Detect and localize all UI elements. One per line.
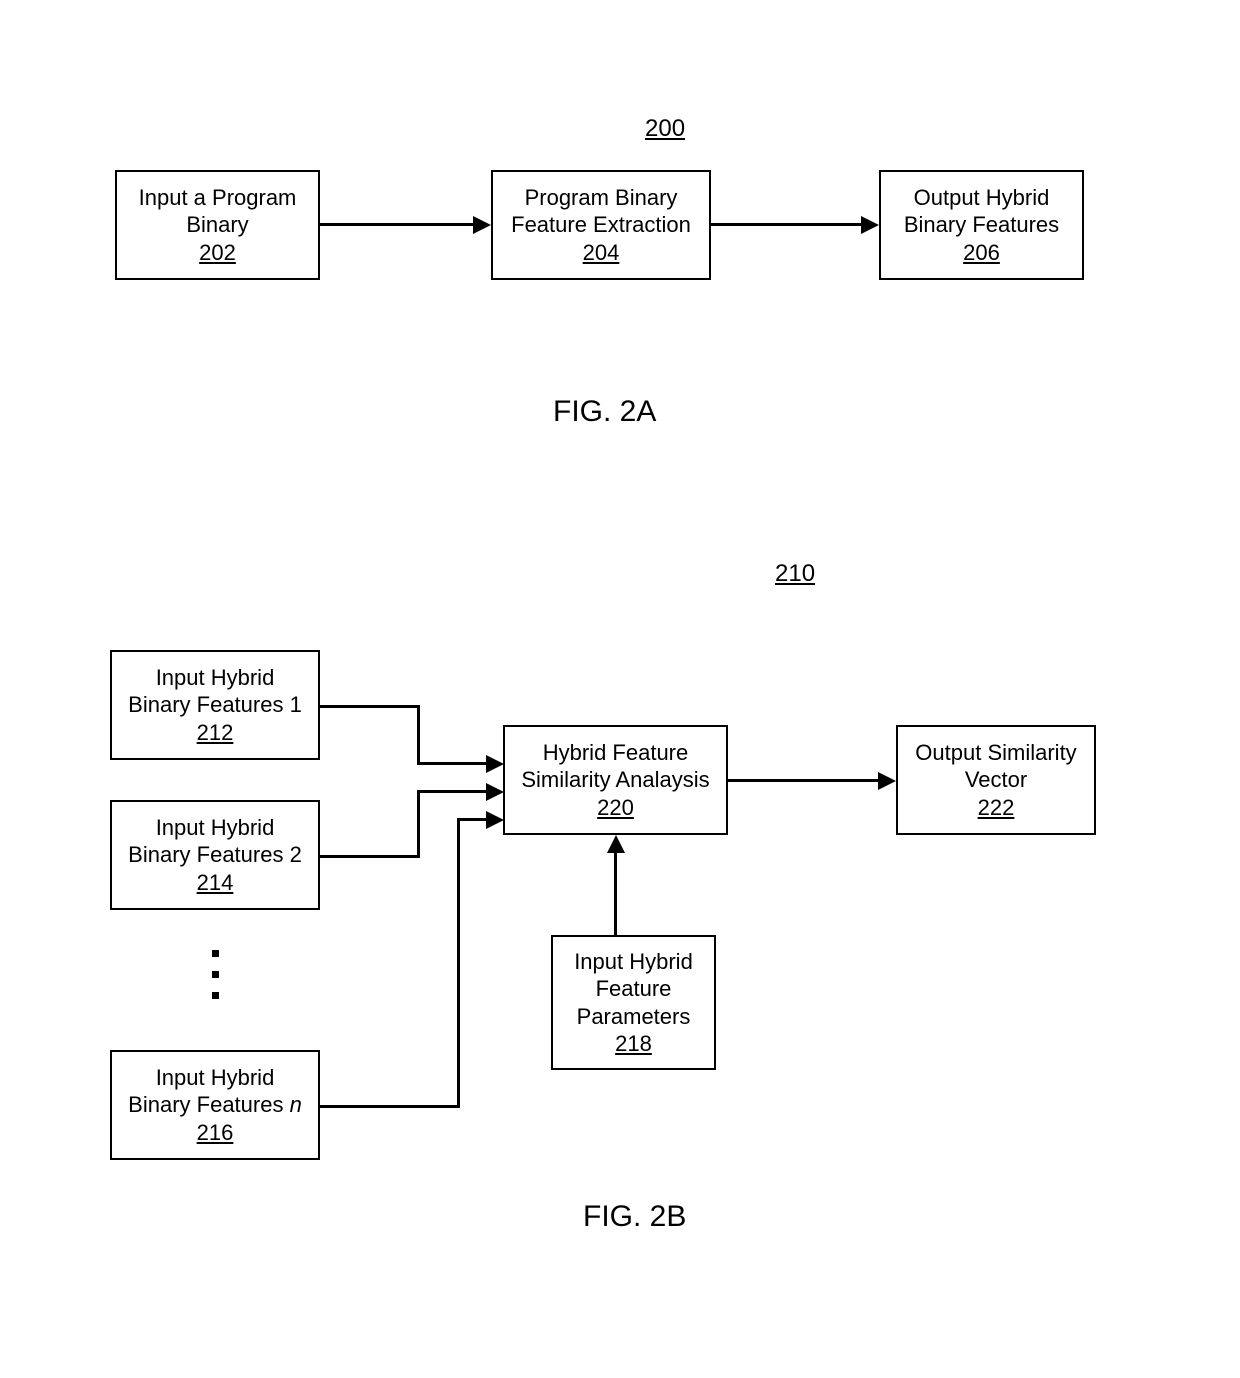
box-218-line3: Parameters [577, 1003, 691, 1031]
conn-216-h2 [457, 818, 486, 821]
box-212-ref: 212 [197, 719, 234, 747]
conn-220-to-222 [728, 779, 878, 782]
box-input-hybrid-feature-parameters: Input Hybrid Feature Parameters 218 [551, 935, 716, 1070]
box-input-hybrid-binary-features-n: Input Hybrid Binary Features n 216 [110, 1050, 320, 1160]
box-216-ref: 216 [197, 1119, 234, 1147]
box-206-ref: 206 [963, 239, 1000, 267]
box-204-ref: 204 [583, 239, 620, 267]
box-214-ref: 214 [197, 869, 234, 897]
box-input-program-binary: Input a Program Binary 202 [115, 170, 320, 280]
box-222-line1: Output Similarity [915, 739, 1076, 767]
box-202-line2: Binary [186, 211, 248, 239]
box-218-line2: Feature [596, 975, 672, 1003]
fig2a-ref: 200 [645, 115, 685, 143]
fig2b-caption: FIG. 2B [583, 1200, 686, 1234]
conn-214-v [417, 790, 420, 858]
diagram-canvas: 200 Input a Program Binary 202 Program B… [0, 0, 1240, 1378]
conn-212-h2 [417, 762, 486, 765]
box-222-ref: 222 [978, 794, 1015, 822]
conn-214-h [320, 855, 420, 858]
conn-214-h2 [417, 790, 486, 793]
box-220-line1: Hybrid Feature [543, 739, 689, 767]
box-hybrid-feature-similarity-analysis: Hybrid Feature Similarity Analaysis 220 [503, 725, 728, 835]
box-204-line2: Feature Extraction [511, 211, 691, 239]
box-216-line2: Binary Features n [128, 1091, 302, 1119]
arrow-202-to-204 [320, 223, 473, 226]
box-206-line2: Binary Features [904, 211, 1059, 239]
box-218-ref: 218 [615, 1030, 652, 1058]
arrow-head-212-to-220 [486, 755, 504, 773]
box-218-line1: Input Hybrid [574, 948, 693, 976]
arrow-head-204-to-206 [861, 216, 879, 234]
box-program-binary-feature-extraction: Program Binary Feature Extraction 204 [491, 170, 711, 280]
box-214-line1: Input Hybrid [156, 814, 275, 842]
arrow-head-202-to-204 [473, 216, 491, 234]
conn-218-v [614, 853, 617, 935]
box-206-line1: Output Hybrid [914, 184, 1050, 212]
conn-212-h [320, 705, 420, 708]
box-202-ref: 202 [199, 239, 236, 267]
ellipsis-dots-icon [212, 950, 219, 999]
box-212-line1: Input Hybrid [156, 664, 275, 692]
fig2a-caption: FIG. 2A [553, 395, 656, 429]
box-output-hybrid-binary-features: Output Hybrid Binary Features 206 [879, 170, 1084, 280]
box-222-line2: Vector [965, 766, 1027, 794]
arrow-head-220-to-222 [878, 772, 896, 790]
box-220-line2: Similarity Analaysis [521, 766, 709, 794]
conn-216-v [457, 818, 460, 1108]
conn-212-v [417, 705, 420, 765]
box-202-line1: Input a Program [139, 184, 297, 212]
box-input-hybrid-binary-features-2: Input Hybrid Binary Features 2 214 [110, 800, 320, 910]
box-216-line1: Input Hybrid [156, 1064, 275, 1092]
arrow-head-216-to-220 [486, 811, 504, 829]
fig2b-ref: 210 [775, 560, 815, 588]
conn-216-h [320, 1105, 460, 1108]
box-output-similarity-vector: Output Similarity Vector 222 [896, 725, 1096, 835]
arrow-head-218-to-220 [607, 835, 625, 853]
box-220-ref: 220 [597, 794, 634, 822]
box-212-line2: Binary Features 1 [128, 691, 302, 719]
arrow-head-214-to-220 [486, 783, 504, 801]
box-input-hybrid-binary-features-1: Input Hybrid Binary Features 1 212 [110, 650, 320, 760]
box-214-line2: Binary Features 2 [128, 841, 302, 869]
arrow-204-to-206 [711, 223, 861, 226]
box-204-line1: Program Binary [525, 184, 678, 212]
